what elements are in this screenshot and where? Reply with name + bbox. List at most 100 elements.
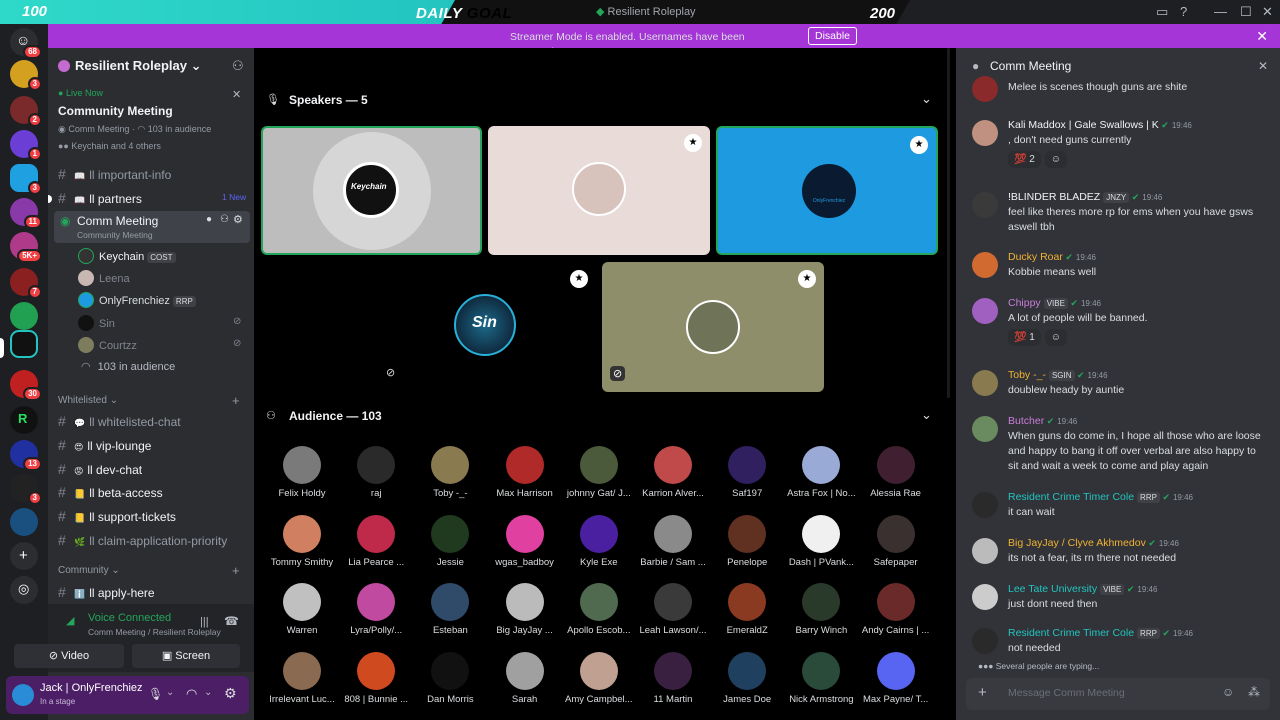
stage-user-leena[interactable]: Leena xyxy=(78,270,130,288)
invite-icon[interactable]: ⚇ xyxy=(220,214,229,225)
close-icon[interactable]: ✕ xyxy=(1258,59,1268,73)
gear-icon[interactable]: ⚙ xyxy=(233,213,243,226)
message-author[interactable]: Butcher xyxy=(1008,415,1044,427)
stage-scrollbar[interactable] xyxy=(947,48,950,398)
close-event-icon[interactable]: ✕ xyxy=(232,88,241,101)
noise-suppression-icon[interactable]: ||| xyxy=(200,616,209,628)
add-reaction-button[interactable]: ☺ xyxy=(1044,151,1068,168)
server-icon[interactable]: 1 xyxy=(10,130,42,161)
message-author[interactable]: Kali Maddox | Gale Swallows | K xyxy=(1008,119,1159,131)
audience-member[interactable]: Kyle Exe xyxy=(562,514,636,568)
avatar[interactable] xyxy=(972,120,998,146)
avatar[interactable] xyxy=(972,492,998,518)
avatar[interactable] xyxy=(972,252,998,278)
server-icon[interactable]: R xyxy=(10,406,38,434)
server-icon[interactable]: 11 xyxy=(10,198,42,229)
server-icon[interactable]: 3 xyxy=(10,164,42,195)
avatar[interactable] xyxy=(972,538,998,564)
avatar[interactable] xyxy=(972,584,998,610)
user-name[interactable]: Jack | OnlyFrenchiez xyxy=(40,682,143,694)
audience-member[interactable]: James Doe xyxy=(710,651,784,705)
stage-user-onlyfrenchiez[interactable]: OnlyFrenchiez RRP xyxy=(78,292,196,310)
apps-icon[interactable]: ⁂ xyxy=(1248,685,1260,699)
server-icon[interactable]: 30 xyxy=(10,370,42,401)
audience-member[interactable]: Max Harrison xyxy=(488,446,562,499)
chat-bubble-icon[interactable]: ● xyxy=(206,214,212,225)
reaction[interactable]: 💯 2 xyxy=(1008,151,1041,168)
stage-user-keychain[interactable]: Keychain COST xyxy=(78,248,176,266)
server-icon-selected[interactable] xyxy=(10,330,38,358)
avatar[interactable] xyxy=(972,628,998,654)
audience-member[interactable]: Alessia Rae xyxy=(859,446,933,499)
audience-member[interactable]: johnny Gat/ J... xyxy=(562,446,636,499)
avatar[interactable] xyxy=(972,298,998,324)
speaker-tile-leena[interactable]: ★ xyxy=(488,126,710,255)
message-input-placeholder[interactable]: Message Comm Meeting xyxy=(1008,687,1125,699)
audience-member[interactable]: Max Payne/ T... xyxy=(859,651,933,705)
channel-dev-chat[interactable]: # 😡 ll dev-chat xyxy=(58,461,248,483)
avatar[interactable] xyxy=(972,192,998,218)
audience-member[interactable]: 808 | Bunnie ... xyxy=(339,651,413,705)
avatar[interactable] xyxy=(972,370,998,396)
explore-button[interactable]: ◎ xyxy=(10,576,38,604)
channel-important-info[interactable]: # 📖 ll important-info xyxy=(58,166,248,188)
server-icon[interactable]: 5K+ xyxy=(10,232,42,263)
audience-member[interactable]: Amy Campbel... xyxy=(562,651,636,705)
speaker-tile-keychain[interactable]: Keychain xyxy=(261,126,482,255)
server-icon[interactable]: 2 xyxy=(10,96,42,127)
minimize-icon[interactable]: — xyxy=(1214,4,1227,19)
channel-whitelisted-chat[interactable]: # 💬 ll whitelisted-chat xyxy=(58,413,248,435)
help-icon[interactable]: ? xyxy=(1180,4,1187,19)
event-title[interactable]: Community Meeting xyxy=(58,104,173,118)
audience-member[interactable]: Esteban xyxy=(413,583,487,636)
audience-member[interactable]: wgas_badboy xyxy=(488,514,562,568)
stage-user-courtzz[interactable]: Courtzz xyxy=(78,337,137,355)
audience-member[interactable]: Astra Fox | No... xyxy=(784,446,858,499)
audience-member[interactable]: Dan Morris xyxy=(413,651,487,705)
audience-member[interactable]: Andy Cairns | ... xyxy=(859,583,933,636)
maximize-icon[interactable]: ☐ xyxy=(1240,4,1252,20)
server-icon[interactable] xyxy=(10,302,38,330)
message-author[interactable]: Toby -_- xyxy=(1008,369,1046,381)
audience-member[interactable]: Leah Lawson/... xyxy=(636,583,710,636)
audience-member[interactable]: Lia Pearce ... xyxy=(339,514,413,568)
channel-partners[interactable]: # 📖 ll partners 1 New xyxy=(58,190,248,212)
server-icon[interactable]: 7 xyxy=(10,268,42,299)
inbox-icon[interactable]: ▭ xyxy=(1156,4,1168,20)
category-community[interactable]: Community ⌄ xyxy=(58,565,120,576)
disconnect-icon[interactable]: ☎ xyxy=(224,614,239,628)
audience-member[interactable]: Barbie / Sam ... xyxy=(636,514,710,568)
add-reaction-button[interactable]: ☺ xyxy=(1044,329,1068,346)
server-icon[interactable]: 3 xyxy=(10,60,42,91)
screen-share-button[interactable]: ▣ Screen xyxy=(132,644,240,668)
audience-member[interactable]: Penelope xyxy=(710,514,784,568)
avatar[interactable] xyxy=(12,684,34,706)
audience-member[interactable]: Barry Winch xyxy=(784,583,858,636)
channel-vip-lounge[interactable]: # 😍 ll vip-lounge xyxy=(58,437,248,459)
chevron-down-icon[interactable]: ⌄ xyxy=(204,687,212,698)
speaker-tile-courtzz[interactable]: ★ ⊘ xyxy=(602,262,824,392)
message-author[interactable]: Big JayJay xyxy=(1008,537,1059,549)
audience-member[interactable]: Tommy Smithy xyxy=(265,514,339,568)
channel-beta-access[interactable]: # 📒 ll beta-access xyxy=(58,484,248,506)
chevron-down-icon[interactable]: ⌄ xyxy=(166,687,174,698)
reaction[interactable]: 💯 1 xyxy=(1008,329,1041,346)
avatar[interactable] xyxy=(972,76,998,102)
plus-icon[interactable]: + xyxy=(978,684,987,701)
add-server-button[interactable]: + xyxy=(10,542,38,570)
message-author[interactable]: Chippy xyxy=(1008,297,1041,309)
message-author[interactable]: !BLINDER BLADEZ xyxy=(1008,191,1100,203)
message-author[interactable]: Resident Crime Timer Cole xyxy=(1008,491,1134,503)
audience-member[interactable]: raj xyxy=(339,446,413,499)
speaker-tile-onlyfrenchiez[interactable]: OnlyFrenchiez ★ xyxy=(716,126,938,255)
create-channel-icon[interactable]: + xyxy=(232,393,240,408)
chevron-down-icon[interactable]: ⌄ xyxy=(921,91,932,107)
audience-member[interactable]: Warren xyxy=(265,583,339,636)
emoji-icon[interactable]: ☺ xyxy=(1222,685,1234,699)
channel-claim-application-priority[interactable]: # 🌿 ll claim-application-priority xyxy=(58,532,248,554)
audience-member[interactable]: Lyra/Polly/... xyxy=(339,583,413,636)
audience-member[interactable]: Safepaper xyxy=(859,514,933,568)
message-author[interactable]: Ducky Roar xyxy=(1008,251,1063,263)
close-icon[interactable]: ✕ xyxy=(1256,28,1268,45)
audience-member[interactable]: Apollo Escob... xyxy=(562,583,636,636)
